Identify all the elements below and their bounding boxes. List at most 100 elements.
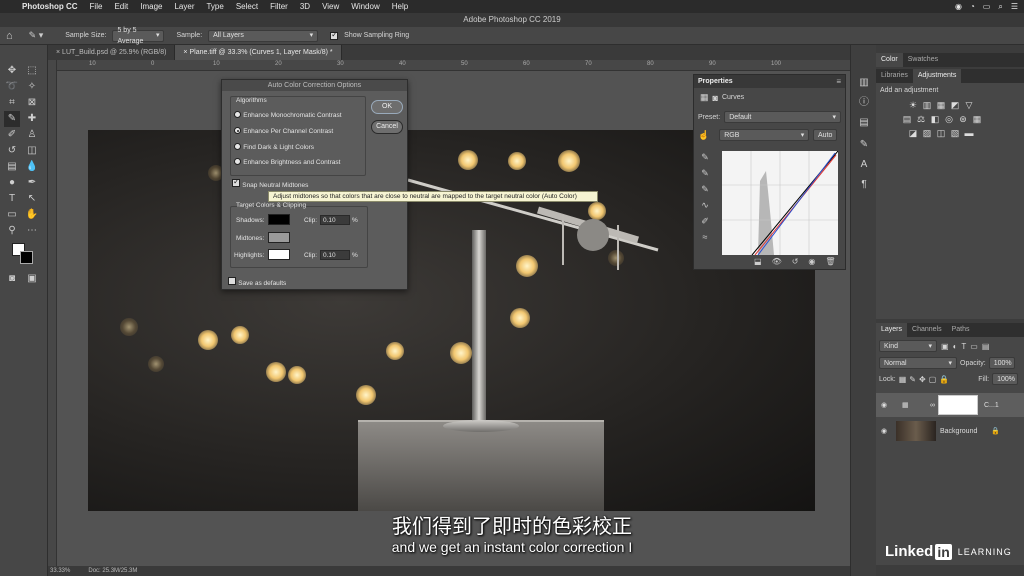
posterize-icon[interactable]: ▨ (922, 128, 932, 138)
white-point-eyedropper-icon[interactable]: ✎ (698, 181, 712, 197)
tab-channels[interactable]: Channels (907, 323, 947, 337)
lock-paint-icon[interactable]: ✎ (909, 375, 916, 384)
blur-tool-icon[interactable]: 💧 (24, 159, 40, 175)
move-tool-icon[interactable]: ✥ (4, 63, 20, 79)
midtones-color-swatch[interactable] (268, 232, 290, 243)
shadows-clip-input[interactable]: 0.10 (320, 215, 350, 225)
visibility-eye-icon[interactable]: ◉ (876, 401, 892, 409)
curve-point-tool-icon[interactable]: ∿ (698, 197, 712, 213)
save-defaults-checkbox[interactable] (228, 277, 236, 285)
curves-graph[interactable] (722, 151, 838, 255)
visibility-eye-icon[interactable]: ◉ (876, 427, 892, 435)
layer-name[interactable]: Background (940, 428, 977, 435)
snap-neutral-checkbox[interactable] (232, 177, 240, 187)
tab-color[interactable]: Color (876, 53, 903, 67)
menu-edit[interactable]: Edit (114, 2, 128, 11)
path-select-icon[interactable]: ↖ (24, 191, 40, 207)
gray-point-eyedropper-icon[interactable]: ✎ (698, 165, 712, 181)
tab-libraries[interactable]: Libraries (876, 69, 913, 83)
threshold-icon[interactable]: ◫ (936, 128, 946, 138)
tab-swatches[interactable]: Swatches (903, 53, 943, 67)
search-icon[interactable]: ⌕ (998, 2, 1002, 12)
filter-adjustment-icon[interactable]: ◐ (953, 342, 958, 351)
filter-smart-icon[interactable]: ▤ (982, 342, 990, 351)
marquee-tool-icon[interactable]: ⬚ (24, 63, 40, 79)
healing-tool-icon[interactable]: ✚ (24, 111, 40, 127)
clip-to-layer-icon[interactable]: ⬓ (754, 257, 762, 266)
properties-icon[interactable]: ▤ (856, 115, 872, 131)
vertical-ruler[interactable] (48, 60, 57, 566)
screen-icon[interactable]: ▭ (983, 2, 991, 11)
layer-row-curves[interactable]: ◉ ▦ ∞ C...1 (876, 393, 1024, 417)
menu-3d[interactable]: 3D (300, 2, 310, 11)
menu-window[interactable]: Window (351, 2, 379, 11)
black-white-icon[interactable]: ◧ (930, 114, 940, 124)
panel-menu-icon[interactable]: ≡ (836, 77, 845, 86)
pen-tool-icon[interactable]: ✒ (24, 175, 40, 191)
delete-icon[interactable]: 🗑 (825, 257, 835, 266)
more-tools-icon[interactable]: ⋯ (24, 223, 40, 239)
pencil-curve-icon[interactable]: ✐ (698, 213, 712, 229)
chain-link-icon[interactable]: ∞ (930, 402, 935, 409)
brush-settings-icon[interactable]: ✎ (856, 137, 872, 153)
highlights-clip-input[interactable]: 0.10 (320, 250, 350, 260)
save-defaults-option[interactable]: Save as defaults (228, 277, 286, 287)
on-image-adjust-icon[interactable]: ☝ (698, 130, 709, 141)
gradient-tool-icon[interactable]: ▤ (4, 159, 20, 175)
layer-mask-thumbnail[interactable] (938, 395, 978, 415)
sample-select[interactable]: All Layers ▾ (208, 29, 319, 42)
algorithm-option[interactable]: Enhance Monochromatic Contrast (234, 110, 342, 119)
exposure-icon[interactable]: ◩ (950, 100, 960, 110)
menu-list-icon[interactable]: ☰ (1011, 2, 1018, 11)
histogram-icon[interactable]: ▥ (856, 75, 872, 91)
radio-button[interactable] (234, 158, 241, 166)
info-icon[interactable]: ⓘ (856, 95, 872, 111)
shadows-color-swatch[interactable] (268, 214, 290, 225)
background-color-swatch[interactable] (20, 251, 33, 264)
home-icon[interactable]: ⌂ (6, 30, 13, 42)
opacity-input[interactable]: 100% (988, 357, 1015, 369)
eyedropper-tool-icon[interactable]: ✎ (4, 111, 20, 127)
ok-button[interactable]: OK (371, 100, 403, 114)
shape-tool-icon[interactable]: ▭ (4, 207, 20, 223)
mask-icon[interactable]: ◙ (713, 93, 718, 103)
wifi-icon[interactable]: ◔ (970, 2, 975, 11)
reset-icon[interactable]: ↺ (792, 257, 799, 266)
hue-saturation-icon[interactable]: ▤ (902, 114, 912, 124)
color-lookup-icon[interactable]: ▦ (972, 114, 982, 124)
stamp-tool-icon[interactable]: ♙ (24, 127, 40, 143)
frame-tool-icon[interactable]: ⊠ (24, 95, 40, 111)
brush-tool-icon[interactable]: ✐ (4, 127, 20, 143)
sample-size-select[interactable]: 5 by 5 Average ▾ (112, 27, 165, 45)
radio-button[interactable] (234, 127, 241, 135)
radio-button[interactable] (234, 143, 241, 151)
show-ring-checkbox[interactable] (330, 30, 339, 40)
channel-mixer-icon[interactable]: ⊛ (958, 114, 968, 124)
smooth-curve-icon[interactable]: ≈ (698, 229, 712, 245)
history-brush-icon[interactable]: ↺ (4, 143, 20, 159)
filter-pixel-icon[interactable]: ▣ (941, 342, 949, 351)
eraser-tool-icon[interactable]: ◫ (24, 143, 40, 159)
channel-select[interactable]: RGB ▾ (719, 129, 810, 141)
eyedropper-preset-icon[interactable]: ✎ ▾ (29, 30, 44, 41)
layer-row-background[interactable]: ◉ Background 🔒 (876, 419, 1024, 443)
creative-cloud-icon[interactable]: ◉ (955, 2, 962, 11)
preset-select[interactable]: Default ▾ (724, 111, 841, 123)
algorithm-option[interactable]: Enhance Brightness and Contrast (234, 157, 340, 166)
algorithm-option[interactable]: Enhance Per Channel Contrast (234, 126, 333, 135)
blend-mode-select[interactable]: Normal ▾ (879, 357, 957, 369)
zoom-tool-icon[interactable]: ⚲ (4, 223, 20, 239)
fill-input[interactable]: 100% (992, 373, 1019, 385)
menu-filter[interactable]: Filter (270, 2, 288, 11)
menu-layer[interactable]: Layer (174, 2, 194, 11)
zoom-level[interactable]: 33.33% (50, 568, 70, 574)
algorithm-option[interactable]: Find Dark & Light Colors (234, 142, 314, 151)
menu-select[interactable]: Select (236, 2, 258, 11)
filter-type-icon[interactable]: T (961, 342, 966, 351)
menu-view[interactable]: View (322, 2, 339, 11)
lock-artboard-icon[interactable]: ▢ (929, 375, 937, 384)
visibility-icon[interactable]: ◉ (808, 257, 815, 266)
dodge-tool-icon[interactable]: ● (4, 175, 20, 191)
type-tool-icon[interactable]: T (4, 191, 20, 207)
levels-icon[interactable]: ▥ (922, 100, 932, 110)
